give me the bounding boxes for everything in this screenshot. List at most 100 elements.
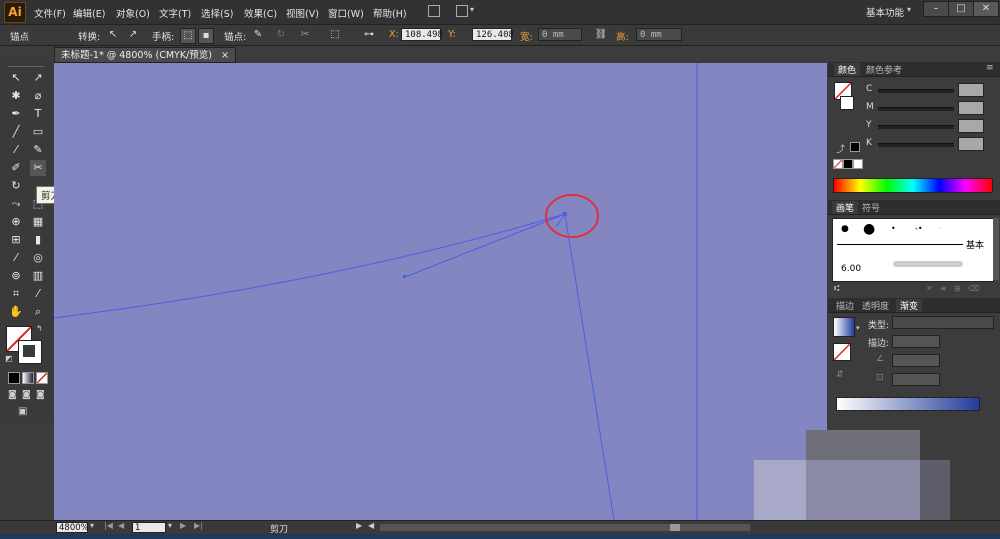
gradient-type-select[interactable]: [892, 316, 994, 329]
zoom-field[interactable]: 4800%: [56, 522, 89, 533]
default-colors-icon[interactable]: ◩: [5, 354, 13, 363]
symbol-sprayer-tool-icon[interactable]: ⊚: [8, 268, 24, 284]
line-tool-icon[interactable]: ╱: [8, 124, 24, 140]
angle-field[interactable]: [892, 354, 940, 367]
blend-tool-icon[interactable]: ◎: [30, 250, 46, 266]
brush-library-menu-icon[interactable]: ⑆: [834, 284, 839, 294]
gradient-slider[interactable]: [836, 397, 980, 411]
menu-window[interactable]: 窗口(W): [328, 6, 364, 20]
yellow-slider[interactable]: [878, 125, 954, 129]
horizontal-scrollbar[interactable]: [380, 524, 750, 531]
artwork-svg[interactable]: [54, 63, 827, 520]
none-mode-icon[interactable]: [36, 372, 48, 384]
menu-object[interactable]: 对象(O): [116, 6, 150, 20]
zoom-dropdown-icon[interactable]: ▾: [90, 521, 94, 530]
status-menu-icon[interactable]: ▶: [356, 521, 362, 530]
prev-artboard-icon[interactable]: ◀: [118, 521, 124, 530]
show-handles-icon[interactable]: ⬚: [180, 28, 196, 44]
hide-handles-icon[interactable]: ▪: [198, 28, 214, 44]
bridge-icon[interactable]: [428, 5, 440, 17]
eyedropper-tool-icon[interactable]: ⁄: [8, 250, 24, 266]
gradient-dropdown-icon[interactable]: ▾: [856, 324, 860, 332]
perspective-grid-tool-icon[interactable]: ▦: [30, 214, 46, 230]
pencil-tool-icon[interactable]: ✎: [30, 142, 46, 158]
convert-corner-icon[interactable]: ↖: [106, 28, 120, 42]
scroll-left-icon[interactable]: ◀: [368, 521, 374, 530]
brush-dot-faint[interactable]: ·: [939, 224, 942, 233]
y-field[interactable]: 126.408: [472, 28, 514, 41]
color-mode-icon[interactable]: [8, 372, 20, 384]
menu-edit[interactable]: 编辑(E): [73, 6, 105, 20]
slice-tool-icon[interactable]: ⁄: [30, 286, 46, 302]
stroke-gradient-options[interactable]: [892, 335, 940, 348]
x-field[interactable]: 108.498: [401, 28, 443, 41]
curved-path[interactable]: [54, 213, 566, 319]
artboard-number-field[interactable]: 1: [132, 522, 166, 533]
last-color-swatch[interactable]: [850, 142, 860, 152]
pen-tool-icon[interactable]: ✒: [8, 106, 24, 122]
close-button[interactable]: ✕: [973, 1, 999, 17]
stroke-swatch[interactable]: [18, 340, 42, 364]
panel-menu-icon[interactable]: ≡: [986, 63, 994, 73]
brush-dot-large[interactable]: ●: [863, 221, 875, 237]
gradient-preview-swatch[interactable]: [833, 317, 855, 337]
cyan-slider[interactable]: [878, 89, 954, 93]
cut-at-anchor-icon[interactable]: ✂: [298, 28, 312, 42]
workspace-chevron-icon[interactable]: ▾: [907, 5, 911, 14]
arrange-documents-icon[interactable]: [456, 5, 468, 17]
tab-color-guide[interactable]: 颜色参考: [862, 63, 906, 76]
remove-brush-stroke-icon[interactable]: ✕: [926, 284, 933, 293]
next-artboard-icon[interactable]: ▶: [180, 521, 186, 530]
scrollbar-thumb[interactable]: [670, 524, 680, 531]
magenta-field[interactable]: [958, 101, 984, 115]
first-artboard-icon[interactable]: |◀: [104, 521, 113, 530]
basic-brush-line[interactable]: [837, 244, 963, 245]
blob-brush-tool-icon[interactable]: ✐: [8, 160, 24, 176]
black-field[interactable]: [958, 137, 984, 151]
chevron-down-icon[interactable]: ▾: [470, 5, 474, 14]
minimize-button[interactable]: –: [923, 1, 949, 17]
reference-point-icon[interactable]: ⊶: [362, 28, 376, 42]
draw-behind-icon[interactable]: ◙: [22, 390, 31, 400]
menu-effect[interactable]: 效果(C): [244, 6, 277, 20]
artboard-dropdown-icon[interactable]: ▾: [168, 521, 172, 530]
maximize-button[interactable]: □: [948, 1, 974, 17]
yellow-field[interactable]: [958, 119, 984, 133]
menu-select[interactable]: 选择(S): [201, 6, 233, 20]
gradient-tool-icon[interactable]: ▮: [30, 232, 46, 248]
tab-color[interactable]: 颜色: [834, 63, 861, 76]
paintbrush-tool-icon[interactable]: ⁄: [8, 142, 24, 158]
selection-tool-icon[interactable]: ↖: [8, 70, 24, 86]
brush-options-icon[interactable]: ≡: [940, 284, 947, 293]
remove-anchor-icon[interactable]: ✎: [251, 28, 265, 42]
menu-help[interactable]: 帮助(H): [373, 6, 407, 20]
tab-transparency[interactable]: 透明度: [858, 299, 893, 312]
align-icon[interactable]: ⬚: [328, 28, 342, 42]
close-tab-icon[interactable]: ×: [221, 48, 229, 63]
magic-wand-tool-icon[interactable]: ✱: [8, 88, 24, 104]
last-artboard-icon[interactable]: ▶|: [194, 521, 203, 530]
black-swatch[interactable]: [843, 159, 853, 169]
mesh-tool-icon[interactable]: ⊞: [8, 232, 24, 248]
gradient-fill-swatch[interactable]: [833, 343, 851, 361]
tab-brushes[interactable]: 画笔: [832, 201, 859, 214]
draw-normal-icon[interactable]: ◙: [8, 390, 17, 400]
screen-mode-icon[interactable]: ▣: [18, 406, 27, 417]
zoom-tool-icon[interactable]: ⌕: [30, 304, 46, 320]
cyan-field[interactable]: [958, 83, 984, 97]
none-color-swatch[interactable]: [833, 159, 843, 169]
black-slider[interactable]: [878, 143, 954, 147]
menu-type[interactable]: 文字(T): [159, 6, 191, 20]
straight-path[interactable]: [555, 212, 615, 520]
shape-builder-tool-icon[interactable]: ⊕: [8, 214, 24, 230]
gradient-mode-icon[interactable]: [22, 372, 34, 384]
constrain-link-icon[interactable]: ⛓: [594, 28, 608, 42]
artboard-tool-icon[interactable]: ⌗: [8, 286, 24, 302]
tab-stroke[interactable]: 描边: [832, 299, 858, 312]
brush-scrollbar[interactable]: [993, 218, 999, 280]
color-spectrum[interactable]: [833, 178, 993, 193]
tab-gradient[interactable]: 渐变: [896, 299, 923, 312]
type-tool-icon[interactable]: T: [30, 106, 46, 122]
delete-brush-icon[interactable]: ⌫: [968, 284, 979, 293]
art-brush-stroke[interactable]: [893, 261, 963, 267]
